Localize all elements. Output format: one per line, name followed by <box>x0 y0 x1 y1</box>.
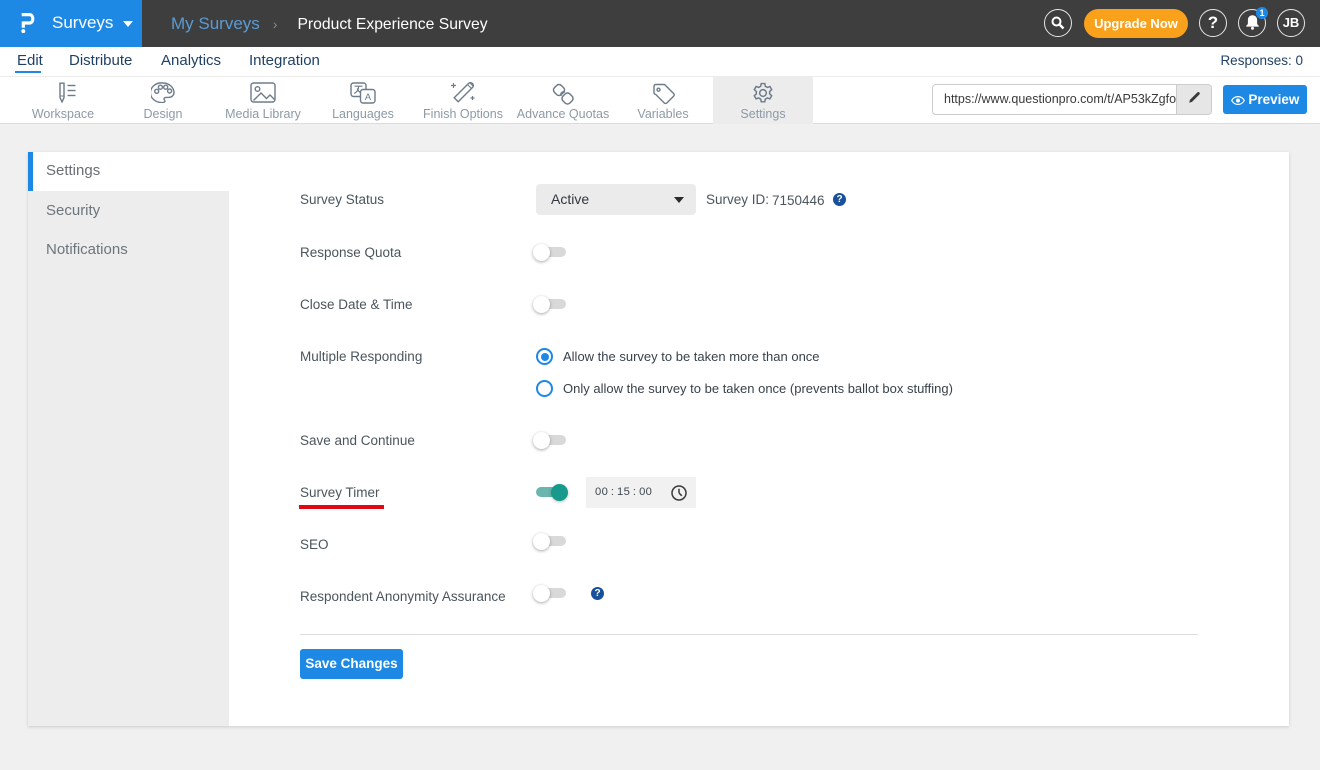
svg-text:A: A <box>365 92 372 103</box>
